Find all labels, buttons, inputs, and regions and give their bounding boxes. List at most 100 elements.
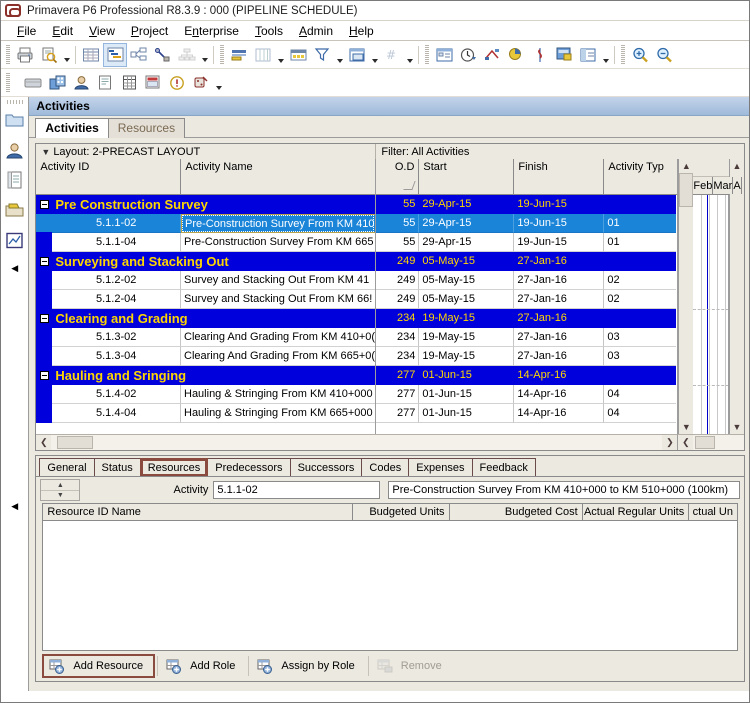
activity-name-field[interactable]: Pre-Construction Survey From KM 410+000 … [388, 481, 740, 499]
gantt-horizontal-scrollbar[interactable]: ❮ [677, 434, 744, 450]
table-row[interactable]: 5.1.3-04 Clearing And Grading From KM 66… [36, 347, 376, 366]
resources-rail-icon[interactable] [4, 139, 26, 161]
activity-table-vertical-scrollbar[interactable]: ▲ ▼ [678, 159, 694, 434]
toolbar-grip[interactable] [6, 72, 10, 93]
collapse-icon[interactable] [39, 313, 49, 323]
collapse-left-icon-bottom[interactable]: ◀ [11, 501, 18, 512]
table-row[interactable]: 277 01-Jun-15 14-Apr-16 [376, 366, 677, 385]
spinner-up-icon[interactable]: ▲ [41, 480, 79, 490]
secondary-caret-down-icon[interactable] [213, 72, 224, 94]
table-row[interactable]: 5.1.2-02 Survey and Stacking Out From KM… [36, 271, 376, 290]
horizontal-scroll-thumb[interactable] [57, 436, 94, 449]
h-scroll-track[interactable] [51, 435, 663, 450]
page-number-icon[interactable]: # [380, 43, 404, 67]
column-header-start[interactable]: Start [419, 159, 515, 194]
table-row[interactable]: Surveying and Stacking Out [36, 252, 376, 271]
print-preview-icon[interactable] [37, 43, 61, 67]
group-caret-down-icon[interactable] [369, 45, 380, 65]
risks-icon[interactable] [189, 71, 213, 95]
collapse-left-icon[interactable]: ◀ [11, 263, 18, 274]
progress-spotlight-icon[interactable] [456, 43, 480, 67]
projects-icon[interactable] [21, 71, 45, 95]
table-row[interactable]: 234 19-May-15 27-Jan-16 03 [376, 347, 677, 366]
table-row[interactable]: 55 29-Apr-15 19-Jun-15 01 [376, 233, 677, 252]
row-expander-cell[interactable] [36, 309, 53, 328]
add-role-button[interactable]: Add Role [160, 654, 247, 678]
detail-tab-resources[interactable]: Resources [139, 458, 209, 476]
menu-project[interactable]: Project [123, 23, 176, 39]
menu-enterprise[interactable]: Enterprise [176, 23, 247, 39]
table-row[interactable]: 277 01-Jun-15 14-Apr-16 04 [376, 404, 677, 423]
collapse-icon[interactable] [39, 199, 49, 209]
trace-logic-icon[interactable] [151, 43, 175, 67]
wbs-rail-icon[interactable] [4, 199, 26, 221]
scroll-right-icon[interactable]: ❯ [662, 435, 677, 450]
reports-icon[interactable] [93, 71, 117, 95]
level-resources-icon[interactable] [504, 43, 528, 67]
menu-file[interactable]: File [9, 23, 44, 39]
scroll-left-icon[interactable]: ❮ [36, 435, 51, 450]
activity-table-icon[interactable] [79, 43, 103, 67]
tracking-rail-icon[interactable] [4, 229, 26, 251]
table-row[interactable]: Clearing and Grading [36, 309, 376, 328]
gantt-scroll-up-icon[interactable]: ▲ [730, 159, 744, 173]
filter-bar[interactable]: Filter: All Activities [376, 144, 744, 159]
column-header-activity-id[interactable]: Activity ID [36, 159, 182, 194]
toolbar-grip[interactable] [425, 44, 429, 65]
tab-resources[interactable]: Resources [107, 118, 186, 138]
layout-chevron-down-icon[interactable]: ▼ [41, 147, 50, 157]
issues-icon[interactable] [165, 71, 189, 95]
table-row[interactable]: 5.1.4-02 Hauling & Stringing From KM 410… [36, 385, 376, 404]
tab-activities[interactable]: Activities [35, 118, 109, 138]
detail-tab-codes[interactable]: Codes [361, 458, 410, 476]
gantt-scroll-down-icon[interactable]: ▼ [730, 420, 744, 434]
column-header-actual-units[interactable]: ctual Un [689, 504, 737, 520]
menu-tools[interactable]: Tools [247, 23, 291, 39]
print-caret-down-icon[interactable] [61, 44, 72, 66]
detail-tab-expenses[interactable]: Expenses [408, 458, 473, 476]
activity-details-icon[interactable] [432, 43, 456, 67]
assignments-icon[interactable] [141, 71, 165, 95]
add-resource-button[interactable]: Add Resource [42, 654, 156, 678]
layout-icon[interactable] [576, 43, 600, 67]
projects-rail-icon[interactable] [4, 109, 26, 131]
gantt-horizontal-scroll-thumb[interactable] [695, 436, 716, 449]
table-row[interactable]: 234 19-May-15 27-Jan-16 03 [376, 328, 677, 347]
columns-icon[interactable] [251, 43, 275, 67]
column-header-activity-type[interactable]: Activity Typ [604, 159, 677, 194]
resource-table-body[interactable] [43, 521, 737, 650]
table-row[interactable]: 249 05-May-15 27-Jan-16 [376, 252, 677, 271]
detail-tab-general[interactable]: General [39, 458, 95, 476]
detail-tab-status[interactable]: Status [93, 458, 141, 476]
wbs-icon[interactable] [45, 71, 69, 95]
assign-by-role-button[interactable]: Assign by Role [251, 654, 366, 678]
table-row[interactable]: 5.1.2-04 Survey and Stacking Out From KM… [36, 290, 376, 309]
table-row[interactable]: 5.1.4-04 Hauling & Stringing From KM 665… [36, 404, 376, 423]
filter-caret-down-icon[interactable] [334, 45, 345, 65]
zoom-in-icon[interactable] [628, 43, 652, 67]
activity-id-field[interactable]: 5.1.1-02 [213, 481, 381, 499]
column-header-original-duration[interactable]: O.D [376, 159, 420, 194]
column-header-budgeted-cost[interactable]: Budgeted Cost [449, 504, 583, 520]
row-expander-cell[interactable] [36, 195, 53, 214]
columns-caret-down-icon[interactable] [275, 45, 286, 65]
gantt-chart-icon[interactable] [103, 42, 127, 67]
row-expander-cell[interactable] [36, 366, 53, 385]
reports-rail-icon[interactable] [4, 169, 26, 191]
zoom-out-icon[interactable] [652, 43, 676, 67]
store-period-performance-icon[interactable] [552, 43, 576, 67]
column-header-finish[interactable]: Finish [514, 159, 605, 194]
page-number-caret-down-icon[interactable] [404, 45, 415, 65]
rail-grip[interactable] [6, 100, 23, 104]
scroll-up-icon[interactable]: ▲ [679, 159, 694, 173]
gantt-vertical-scrollbar[interactable]: ▲ ▼ [729, 159, 744, 434]
table-row[interactable]: 249 05-May-15 27-Jan-16 02 [376, 271, 677, 290]
activity-network-icon[interactable] [127, 43, 151, 67]
toolbar-grip[interactable] [220, 44, 224, 65]
toolbar-grip[interactable] [6, 44, 10, 65]
table-row[interactable]: 55 29-Apr-15 19-Jun-15 [376, 195, 677, 214]
menu-edit[interactable]: Edit [44, 23, 81, 39]
timescale-icon[interactable] [286, 43, 310, 67]
collapse-icon[interactable] [39, 256, 49, 266]
print-icon[interactable] [13, 43, 37, 67]
